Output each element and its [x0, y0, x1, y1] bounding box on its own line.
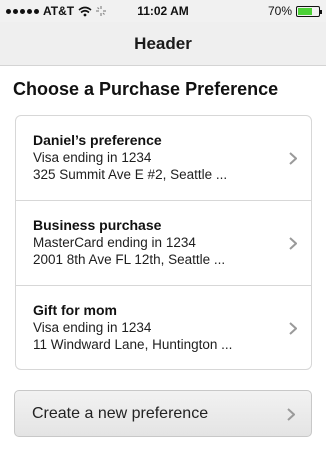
header-title: Header	[134, 33, 192, 53]
chevron-right-icon	[289, 152, 297, 165]
preference-item[interactable]: Business purchase MasterCard ending in 1…	[16, 201, 311, 286]
chevron-right-icon	[287, 408, 295, 421]
battery-icon	[296, 5, 322, 17]
preference-card: Visa ending in 1234	[33, 320, 152, 335]
preference-list: Daniel’s preference Visa ending in 1234 …	[15, 115, 312, 370]
battery-percent: 70%	[267, 4, 292, 18]
preference-name: Gift for mom	[33, 302, 117, 318]
status-right: 70%	[267, 4, 322, 18]
preference-address: 325 Summit Ave E #2, Seattle ...	[33, 167, 228, 182]
create-preference-label: Create a new preference	[32, 404, 209, 422]
chevron-right-icon	[289, 322, 297, 335]
app-header: Header	[0, 22, 326, 66]
preference-name: Daniel’s preference	[33, 132, 162, 148]
preference-address: 11 Windward Lane, Huntington ...	[33, 337, 233, 352]
status-bar: AT&T 11:02 AM 70%	[0, 0, 326, 22]
preference-address: 2001 8th Ave FL 12th, Seattle ...	[33, 252, 226, 267]
preference-card: MasterCard ending in 1234	[33, 235, 196, 250]
chevron-right-icon	[289, 237, 297, 250]
preference-item[interactable]: Gift for mom Visa ending in 1234 11 Wind…	[16, 286, 311, 369]
preference-card: Visa ending in 1234	[33, 150, 152, 165]
create-preference-button[interactable]: Create a new preference	[14, 390, 312, 437]
preference-item[interactable]: Daniel’s preference Visa ending in 1234 …	[16, 116, 311, 201]
page-title: Choose a Purchase Preference	[13, 79, 279, 99]
preference-name: Business purchase	[33, 217, 162, 233]
